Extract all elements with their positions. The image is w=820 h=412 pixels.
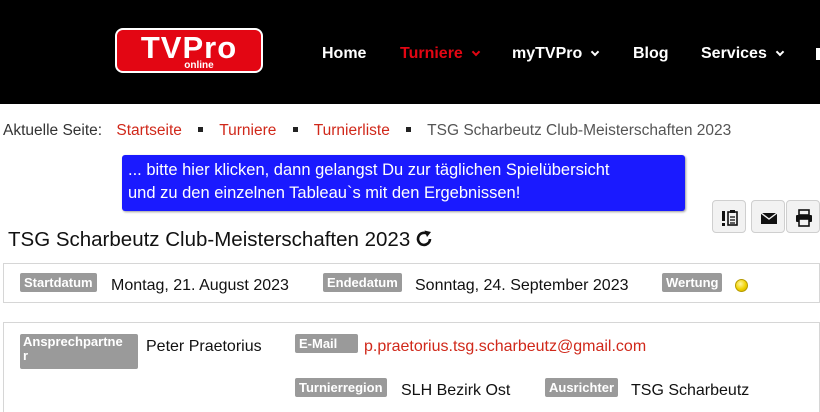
banner-line-2: und zu den einzelnen Tableau`s mit den E…	[128, 184, 521, 202]
breadcrumb: Aktuelle Seite: Startseite Turniere Turn…	[3, 122, 731, 140]
breadcrumb-separator	[292, 126, 298, 132]
rating-indicator-icon	[735, 279, 748, 292]
breadcrumb-current: TSG Scharbeutz Club-Meisterschaften 2023	[427, 122, 732, 139]
print-button[interactable]	[786, 200, 820, 233]
chevron-down-icon	[471, 47, 481, 57]
banner-line-1: ... bitte hier klicken, dann gelangst Du…	[128, 161, 610, 179]
logo-sub-text: online	[184, 60, 214, 71]
breadcrumb-link-startseite[interactable]: Startseite	[116, 122, 181, 139]
email-label: E-Mail	[295, 334, 358, 353]
daily-overview-banner-link[interactable]: ... bitte hier klicken, dann gelangst Du…	[122, 155, 685, 211]
envelope-icon	[760, 212, 778, 224]
organizer-label: Ausrichter	[545, 378, 619, 397]
breadcrumb-separator	[198, 126, 204, 132]
contact-person-label-line1: Ansprechpartne	[23, 334, 123, 349]
contact-person-label: Ansprechpartne r	[20, 334, 138, 369]
region-label: Turnierregion	[295, 378, 387, 397]
nav-turniere[interactable]: Turniere	[400, 45, 481, 63]
organizer-value: TSG Scharbeutz	[631, 382, 750, 399]
tournament-title: TSG Scharbeutz Club-Meisterschaften 2023	[8, 228, 411, 251]
notice-list-button[interactable]	[712, 200, 746, 233]
nav-services[interactable]: Services	[701, 45, 785, 63]
breadcrumb-link-turniere[interactable]: Turniere	[219, 122, 276, 139]
start-date-value: Montag, 21. August 2023	[111, 277, 289, 294]
nav-turniere-label: Turniere	[400, 45, 463, 62]
logo-main-text: TVPro	[140, 30, 238, 65]
rating-label: Wertung	[662, 273, 723, 292]
email-button[interactable]	[751, 200, 785, 233]
nav-home[interactable]: Home	[322, 45, 366, 63]
printer-icon	[796, 209, 812, 227]
page-title: TSG Scharbeutz Club-Meisterschaften 2023	[8, 227, 434, 253]
dates-panel: Startdatum Montag, 21. August 2023 Ended…	[3, 263, 820, 303]
nav-overflow-edge	[816, 48, 820, 60]
refresh-icon[interactable]	[414, 229, 434, 249]
chevron-down-icon	[591, 47, 600, 57]
end-date-value: Sonntag, 24. September 2023	[415, 277, 629, 294]
breadcrumb-link-turnierliste[interactable]: Turnierliste	[314, 122, 390, 139]
chevron-down-icon	[775, 47, 785, 57]
nav-services-label: Services	[701, 45, 767, 62]
start-date-label: Startdatum	[20, 273, 97, 292]
contact-person-value: Peter Praetorius	[146, 338, 262, 355]
notice-list-icon	[722, 210, 738, 226]
email-link[interactable]: p.praetorius.tsg.scharbeutz@gmail.com	[364, 338, 646, 356]
contact-person-label-line2: r	[23, 348, 29, 363]
nav-home-label: Home	[322, 45, 367, 62]
nav-mytvpro[interactable]: myTVPro	[512, 45, 600, 63]
top-navigation-bar: TVPro online Home Turniere myTVPro Blog …	[0, 0, 820, 104]
nav-blog-label: Blog	[633, 45, 669, 62]
nav-mytvpro-label: myTVPro	[512, 45, 583, 62]
tvpro-logo[interactable]: TVPro online	[115, 28, 263, 73]
contact-panel: Ansprechpartne r Peter Praetorius E-Mail…	[3, 322, 820, 412]
end-date-label: Endedatum	[323, 273, 402, 292]
breadcrumb-separator	[406, 126, 412, 132]
breadcrumb-label: Aktuelle Seite:	[3, 122, 103, 139]
region-value: SLH Bezirk Ost	[401, 382, 511, 399]
nav-blog[interactable]: Blog	[633, 45, 669, 63]
